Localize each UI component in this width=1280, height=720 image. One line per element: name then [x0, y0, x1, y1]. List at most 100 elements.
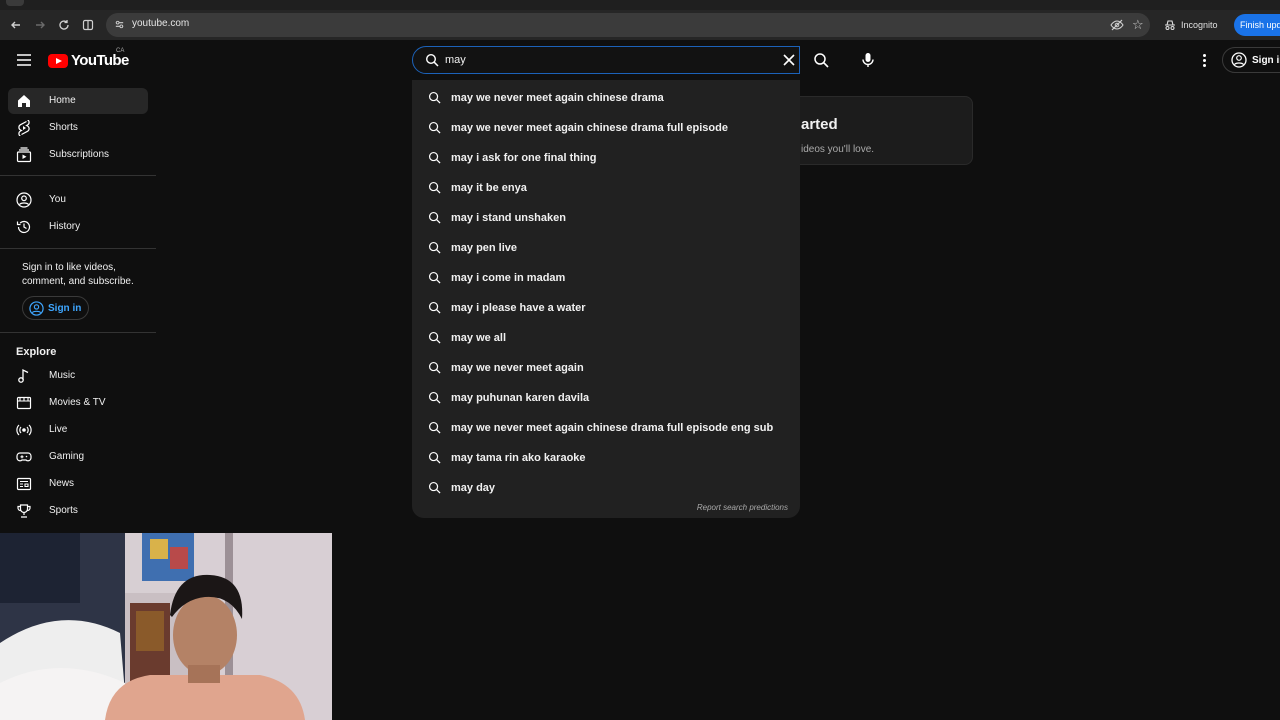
search-icon — [428, 451, 441, 464]
search-suggestion-text: may i stand unshaken — [451, 212, 566, 224]
search-suggestion-text: may i please have a water — [451, 302, 586, 314]
more-options-icon[interactable] — [1196, 52, 1212, 68]
eye-off-icon[interactable] — [1110, 18, 1124, 32]
history-icon — [16, 220, 31, 234]
sidebar-item-gaming[interactable]: Gaming — [8, 444, 148, 470]
incognito-label: Incognito — [1181, 20, 1218, 30]
sidebar-item-label: Gaming — [49, 451, 85, 462]
get-started-card: arted ideos you'll love. — [790, 96, 973, 165]
logo-text: YouTube — [71, 52, 129, 69]
microphone-icon — [862, 53, 874, 67]
search-suggestion-item[interactable]: may we never meet again chinese drama fu… — [412, 412, 800, 440]
search-suggestion-item[interactable]: may i come in madam — [412, 262, 800, 290]
shorts-icon — [18, 120, 30, 136]
sidebar-item-movies[interactable]: Movies & TV — [8, 390, 148, 416]
browser-tab[interactable] — [6, 0, 24, 6]
search-icon — [428, 301, 441, 314]
search-suggestion-item[interactable]: may i ask for one final thing — [412, 142, 800, 170]
sidebar-item-sports[interactable]: Sports — [8, 498, 148, 524]
search-suggestion-text: may puhunan karen davila — [451, 392, 590, 404]
bookmark-star-icon[interactable]: ☆ — [1132, 17, 1144, 33]
search-input[interactable] — [445, 51, 765, 69]
finish-update-button[interactable]: Finish update — [1234, 14, 1280, 36]
card-title: arted — [801, 116, 838, 133]
browser-toolbar: youtube.com ☆ Incognito Finish update — [0, 10, 1280, 40]
search-suggestion-item[interactable]: may pen live — [412, 232, 800, 260]
sidebar-item-home[interactable]: Home — [8, 88, 148, 114]
search-icon — [425, 53, 439, 67]
search-suggestion-item[interactable]: may i stand unshaken — [412, 202, 800, 230]
sidebar-item-label: Movies & TV — [49, 397, 106, 408]
card-subtitle: ideos you'll love. — [801, 144, 875, 155]
sidebar-item-live[interactable]: Live — [8, 417, 148, 443]
search-suggestion-item[interactable]: may day — [412, 472, 800, 500]
explore-heading: Explore — [16, 346, 57, 358]
back-arrow-icon[interactable] — [8, 17, 24, 33]
header-sign-in-label: Sign in — [1252, 54, 1280, 66]
search-suggestion-text: may i ask for one final thing — [451, 152, 597, 164]
sidebar-item-shorts[interactable]: Shorts — [8, 115, 148, 141]
movies-icon — [16, 396, 32, 410]
webcam-overlay — [0, 533, 332, 720]
sidebar-divider — [0, 332, 156, 333]
address-bar[interactable]: youtube.com ☆ — [106, 13, 1150, 37]
search-suggestion-text: may we never meet again — [451, 362, 584, 374]
search-suggestion-item[interactable]: may it be enya — [412, 172, 800, 200]
search-bar[interactable] — [412, 46, 800, 74]
forward-arrow-icon[interactable] — [32, 17, 48, 33]
sidebar-item-music[interactable]: Music — [8, 363, 148, 389]
home-icon — [18, 95, 30, 107]
subscriptions-icon — [16, 147, 32, 163]
sidebar-divider — [0, 175, 156, 176]
clear-search-icon[interactable] — [781, 52, 797, 68]
browser-tab-strip — [0, 0, 1280, 10]
sidebar-item-you[interactable]: You — [8, 187, 148, 213]
report-search-predictions-link[interactable]: Report search predictions — [697, 503, 788, 512]
search-button[interactable] — [806, 47, 836, 73]
search-icon — [428, 91, 441, 104]
account-circle-icon — [29, 300, 44, 316]
search-icon — [428, 241, 441, 254]
gaming-icon — [16, 452, 32, 462]
voice-search-button[interactable] — [854, 46, 882, 74]
search-icon — [428, 331, 441, 344]
search-suggestion-item[interactable]: may we never meet again — [412, 352, 800, 380]
search-suggestion-item[interactable]: may we all — [412, 322, 800, 350]
search-icon — [428, 271, 441, 284]
sidebar-item-label: Music — [49, 370, 76, 381]
sidebar-sign-in-button[interactable]: Sign in — [22, 296, 89, 320]
sidebar-item-subscriptions[interactable]: Subscriptions — [8, 142, 148, 168]
search-suggestion-text: may it be enya — [451, 182, 527, 194]
sidebar: Home Shorts Subscriptions You History Si… — [0, 80, 156, 540]
search-suggestion-text: may pen live — [451, 242, 518, 254]
sports-icon — [17, 504, 31, 518]
search-suggestion-text: may we never meet again chinese drama fu… — [451, 422, 774, 434]
search-suggestion-item[interactable]: may puhunan karen davila — [412, 382, 800, 410]
search-icon — [428, 151, 441, 164]
search-suggestion-item[interactable]: may i please have a water — [412, 292, 800, 320]
menu-icon[interactable] — [16, 52, 32, 68]
search-icon — [428, 121, 441, 134]
sidebar-item-history[interactable]: History — [8, 214, 148, 240]
search-icon — [428, 211, 441, 224]
search-suggestion-text: may we never meet again chinese drama — [451, 92, 664, 104]
youtube-logo[interactable]: YouTube CA — [48, 48, 129, 69]
split-view-icon[interactable] — [80, 17, 96, 33]
live-icon — [16, 424, 32, 436]
reload-icon[interactable] — [56, 17, 72, 33]
sign-in-prompt: Sign in to like videos, comment, and sub… — [22, 262, 134, 287]
you-icon — [16, 192, 32, 208]
sidebar-item-label: Subscriptions — [49, 149, 110, 160]
sidebar-item-news[interactable]: News — [8, 471, 148, 497]
incognito-indicator[interactable]: Incognito — [1164, 13, 1218, 37]
search-suggestion-item[interactable]: may we never meet again chinese drama — [412, 82, 800, 110]
site-settings-icon[interactable] — [114, 19, 125, 30]
search-suggestion-item[interactable]: may tama rin ako karaoke — [412, 442, 800, 470]
header-sign-in-button[interactable]: Sign in — [1222, 47, 1280, 73]
music-icon — [18, 368, 29, 383]
sidebar-item-label: News — [49, 478, 75, 489]
search-icon — [428, 361, 441, 374]
search-suggestion-item[interactable]: may we never meet again chinese drama fu… — [412, 112, 800, 140]
search-suggestions-dropdown: may we never meet again chinese drama may… — [412, 80, 800, 518]
youtube-play-icon — [48, 53, 68, 68]
